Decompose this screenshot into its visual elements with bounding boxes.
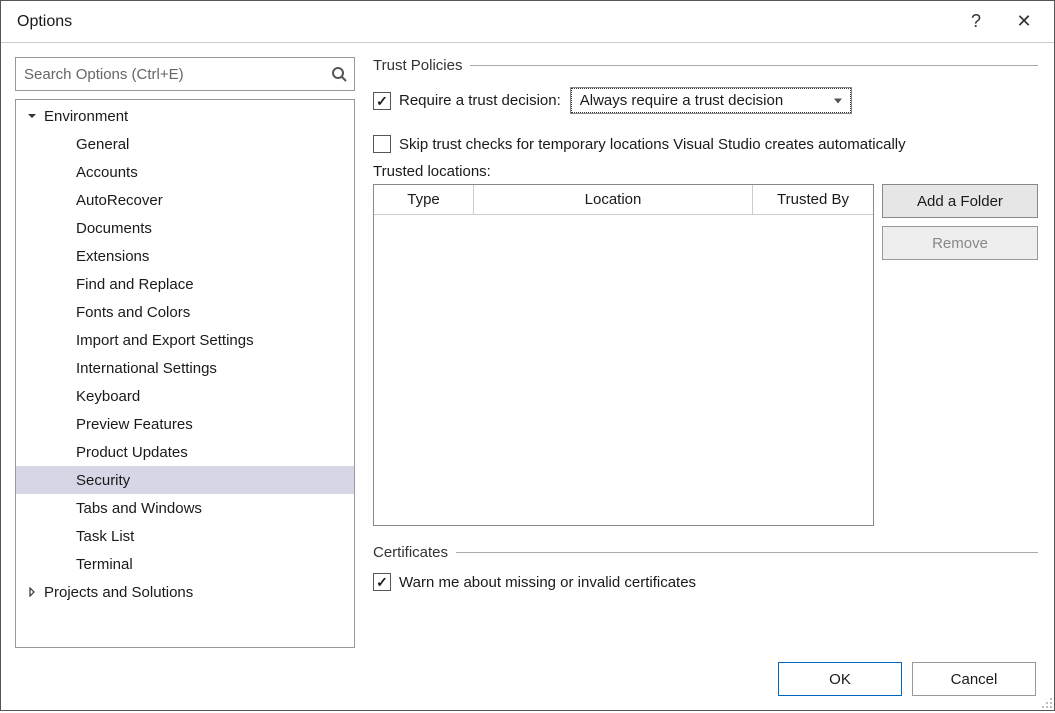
tree-node-autorecover[interactable]: AutoRecover (16, 186, 354, 214)
group-label: Trust Policies (373, 57, 462, 74)
group-label: Certificates (373, 544, 448, 561)
tree: Environment General Accounts AutoRecover… (15, 99, 355, 648)
tree-node-documents[interactable]: Documents (16, 214, 354, 242)
tree-node-intl[interactable]: International Settings (16, 354, 354, 382)
ok-button[interactable]: OK (778, 662, 902, 696)
tree-node-accounts[interactable]: Accounts (16, 158, 354, 186)
divider (470, 65, 1038, 66)
tree-node-updates[interactable]: Product Updates (16, 438, 354, 466)
dialog-footer: OK Cancel (1, 648, 1054, 710)
tree-node-tasklist[interactable]: Task List (16, 522, 354, 550)
table-header: Type Location Trusted By (374, 185, 873, 215)
col-type[interactable]: Type (374, 185, 474, 214)
tree-node-environment[interactable]: Environment (16, 102, 354, 130)
remove-button: Remove (882, 226, 1038, 260)
search-input[interactable] (15, 57, 355, 91)
tree-node-fonts[interactable]: Fonts and Colors (16, 298, 354, 326)
cancel-button[interactable]: Cancel (912, 662, 1036, 696)
search-wrap (15, 57, 355, 91)
warn-certificates-checkbox[interactable] (373, 573, 391, 591)
require-decision-label: Require a trust decision: (399, 92, 561, 109)
close-icon[interactable]: ✕ (1006, 4, 1042, 40)
tree-label: Projects and Solutions (44, 584, 193, 601)
caret-down-icon (24, 111, 40, 121)
tree-node-tabs[interactable]: Tabs and Windows (16, 494, 354, 522)
tree-node-import[interactable]: Import and Export Settings (16, 326, 354, 354)
title-bar: Options ? ✕ (1, 1, 1054, 43)
col-location[interactable]: Location (474, 185, 753, 214)
trust-decision-select[interactable]: Always require a trust decision (571, 88, 851, 113)
require-decision-checkbox[interactable] (373, 92, 391, 110)
divider (456, 552, 1038, 553)
tree-node-security[interactable]: Security (16, 466, 354, 494)
warn-certificates-label: Warn me about missing or invalid certifi… (399, 574, 696, 591)
window-title: Options (13, 13, 958, 31)
tree-node-general[interactable]: General (16, 130, 354, 158)
tree-node-terminal[interactable]: Terminal (16, 550, 354, 578)
tree-node-preview[interactable]: Preview Features (16, 410, 354, 438)
skip-temp-checkbox[interactable] (373, 135, 391, 153)
tree-node-extensions[interactable]: Extensions (16, 242, 354, 270)
group-certificates: Certificates (373, 544, 1038, 561)
tree-node-projects[interactable]: Projects and Solutions (16, 578, 354, 606)
tree-scroll[interactable]: Environment General Accounts AutoRecover… (16, 100, 354, 647)
tree-node-keyboard[interactable]: Keyboard (16, 382, 354, 410)
group-trust-policies: Trust Policies (373, 57, 1038, 74)
trusted-locations-label: Trusted locations: (373, 163, 1038, 180)
caret-right-icon (24, 587, 40, 597)
trusted-locations-table[interactable]: Type Location Trusted By (373, 184, 874, 526)
select-value: Always require a trust decision (580, 92, 783, 109)
help-icon[interactable]: ? (958, 4, 994, 40)
skip-temp-label: Skip trust checks for temporary location… (399, 136, 906, 153)
add-folder-button[interactable]: Add a Folder (882, 184, 1038, 218)
tree-node-find[interactable]: Find and Replace (16, 270, 354, 298)
col-trusted-by[interactable]: Trusted By (753, 185, 873, 214)
tree-label: Environment (44, 108, 128, 125)
